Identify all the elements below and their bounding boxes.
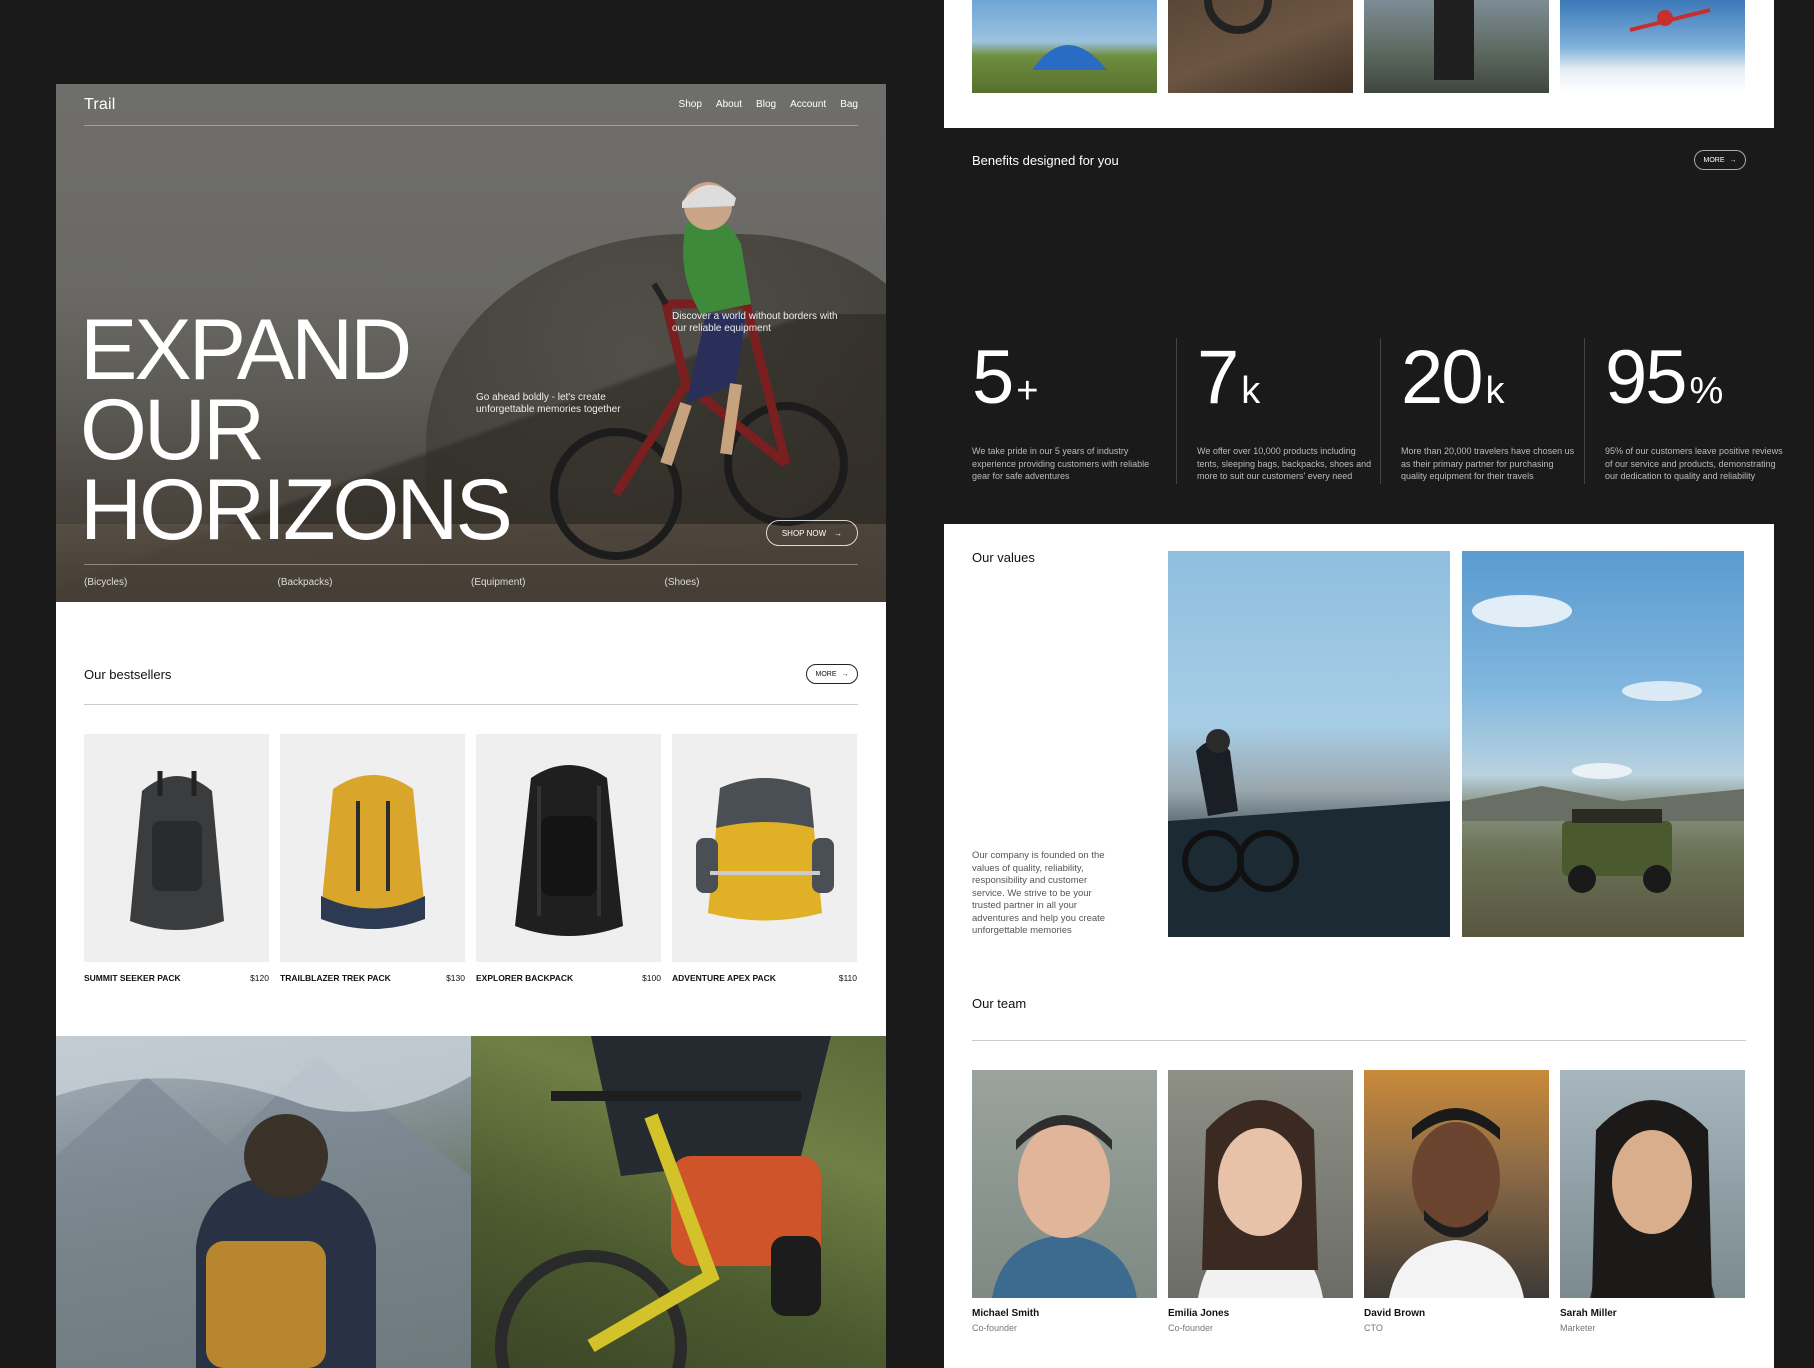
product-card[interactable]: SUMMIT SEEKER PACK $120 xyxy=(84,734,269,983)
product-card[interactable]: EXPLORER BACKPACK $100 xyxy=(476,734,661,983)
hero-section: Trail Shop About Blog Account Bag EXPAND… xyxy=(56,84,886,602)
product-image[interactable] xyxy=(84,734,269,962)
team-member-photo xyxy=(972,1070,1157,1298)
team-member-photo xyxy=(1168,1070,1353,1298)
nav-link-bag[interactable]: Bag xyxy=(840,99,858,110)
product-name: SUMMIT SEEKER PACK xyxy=(84,973,181,983)
divider xyxy=(84,704,858,705)
product-name: EXPLORER BACKPACK xyxy=(476,973,574,983)
stat-products: 7k We offer over 10,000 products includi… xyxy=(1176,338,1380,484)
product-image[interactable] xyxy=(672,734,857,962)
arrow-right-icon: → xyxy=(841,670,849,678)
home-page-left: Trail Shop About Blog Account Bag EXPAND… xyxy=(56,84,886,1368)
tent-photo xyxy=(972,0,1157,93)
benefits-more-button[interactable]: MORE → xyxy=(1694,150,1746,170)
category-bicycles[interactable]: (Bicycles) xyxy=(84,577,278,588)
product-image[interactable] xyxy=(476,734,661,962)
skier-photo xyxy=(1560,0,1745,93)
arrow-right-icon: → xyxy=(834,528,843,538)
nav-link-blog[interactable]: Blog xyxy=(756,99,776,110)
team-title: Our team xyxy=(972,996,1027,1011)
bestsellers-header: Our bestsellers MORE → xyxy=(84,658,858,690)
product-card[interactable]: TRAILBLAZER TREK PACK $130 xyxy=(280,734,465,983)
stat-travelers: 20 k More than 20,000 travelers have chos… xyxy=(1380,338,1584,484)
backpack-icon xyxy=(320,774,425,929)
stat-reviews: 95% 95% of our customers leave positive … xyxy=(1584,338,1788,484)
bestsellers-more-button[interactable]: MORE → xyxy=(806,664,858,684)
product-price: $110 xyxy=(838,973,857,983)
team-member-name: David Brown xyxy=(1364,1308,1426,1319)
mountain-biker-photo xyxy=(471,1036,886,1368)
arrow-right-icon: → xyxy=(1729,156,1737,164)
benefits-header: Benefits designed for you MORE → xyxy=(972,150,1746,170)
hiker-summit-photo xyxy=(1364,0,1549,93)
lifestyle-photos xyxy=(56,1036,886,1368)
brand-logo[interactable]: Trail xyxy=(84,96,116,114)
bestsellers-title: Our bestsellers xyxy=(84,666,172,682)
stats-row: 5 + We take pride in our 5 years of indus… xyxy=(972,338,1788,484)
values-text: Our company is founded on the values of … xyxy=(972,850,1106,936)
team-member-card[interactable]: Emilia Jones Co-founder xyxy=(1168,1070,1353,1333)
nav-links: Shop About Blog Account Bag xyxy=(679,99,858,110)
product-name: ADVENTURE APEX PACK xyxy=(672,973,776,983)
nav-link-shop[interactable]: Shop xyxy=(679,99,702,110)
product-card[interactable]: ADVENTURE APEX PACK $110 xyxy=(672,734,857,983)
product-price: $130 xyxy=(446,973,465,983)
category-links: (Bicycles) (Backpacks) (Equipment) (Shoe… xyxy=(84,564,858,588)
category-backpacks[interactable]: (Backpacks) xyxy=(278,577,472,588)
nav-link-about[interactable]: About xyxy=(716,99,742,110)
team-member-card[interactable]: Sarah Miller Marketer xyxy=(1560,1070,1745,1333)
benefits-section: Benefits designed for you MORE → 5 + We t… xyxy=(944,128,1783,524)
team-grid: Michael Smith Co-founder Emilia Jones Co… xyxy=(972,1070,1745,1333)
top-nav: Trail Shop About Blog Account Bag xyxy=(84,84,858,126)
benefits-title: Benefits designed for you xyxy=(972,152,1119,168)
hero-tagline-right: Discover a world without borders with ou… xyxy=(672,311,838,334)
product-name: TRAILBLAZER TREK PACK xyxy=(280,973,391,983)
shop-now-button[interactable]: SHOP NOW → xyxy=(766,520,858,546)
product-grid: SUMMIT SEEKER PACK $120 TRAILBLAZER TREK … xyxy=(84,734,858,983)
team-member-role: Co-founder xyxy=(1168,1323,1214,1333)
team-member-card[interactable]: David Brown CTO xyxy=(1364,1070,1549,1333)
team-member-name: Sarah Miller xyxy=(1560,1308,1617,1319)
team-member-name: Emilia Jones xyxy=(1168,1308,1230,1319)
divider xyxy=(972,1040,1746,1041)
team-member-photo xyxy=(1364,1070,1549,1298)
team-member-role: Marketer xyxy=(1560,1323,1596,1333)
values-title: Our values xyxy=(972,550,1035,565)
biker-overlook-photo xyxy=(1168,551,1450,937)
backpack-icon xyxy=(695,778,834,921)
values-section: Our values Our company is founded on the… xyxy=(944,524,1774,1368)
product-price: $120 xyxy=(250,973,269,983)
stat-years: 5 + We take pride in our 5 years of indus… xyxy=(972,335,1150,482)
team-member-role: CTO xyxy=(1364,1323,1383,1333)
team-member-card[interactable]: Michael Smith Co-founder xyxy=(972,1070,1157,1333)
category-equipment[interactable]: (Equipment) xyxy=(471,577,665,588)
backpack-icon xyxy=(129,770,224,930)
off-road-vehicle-photo xyxy=(1462,551,1744,937)
gallery-strip xyxy=(944,0,1774,128)
hero-tagline-left: Go ahead boldly - let's create unforgett… xyxy=(476,392,621,415)
hero-title: EXPAND OUR HORIZONS xyxy=(80,302,513,558)
product-image[interactable] xyxy=(280,734,465,962)
product-price: $100 xyxy=(642,973,661,983)
team-member-role: Co-founder xyxy=(972,1323,1018,1333)
nav-link-account[interactable]: Account xyxy=(790,99,826,110)
team-member-name: Michael Smith xyxy=(972,1308,1040,1319)
hiker-photo xyxy=(56,1036,471,1368)
backpack-icon xyxy=(514,764,623,936)
dirt-bike-photo xyxy=(1168,0,1353,93)
team-member-photo xyxy=(1560,1070,1745,1298)
category-shoes[interactable]: (Shoes) xyxy=(665,577,859,588)
